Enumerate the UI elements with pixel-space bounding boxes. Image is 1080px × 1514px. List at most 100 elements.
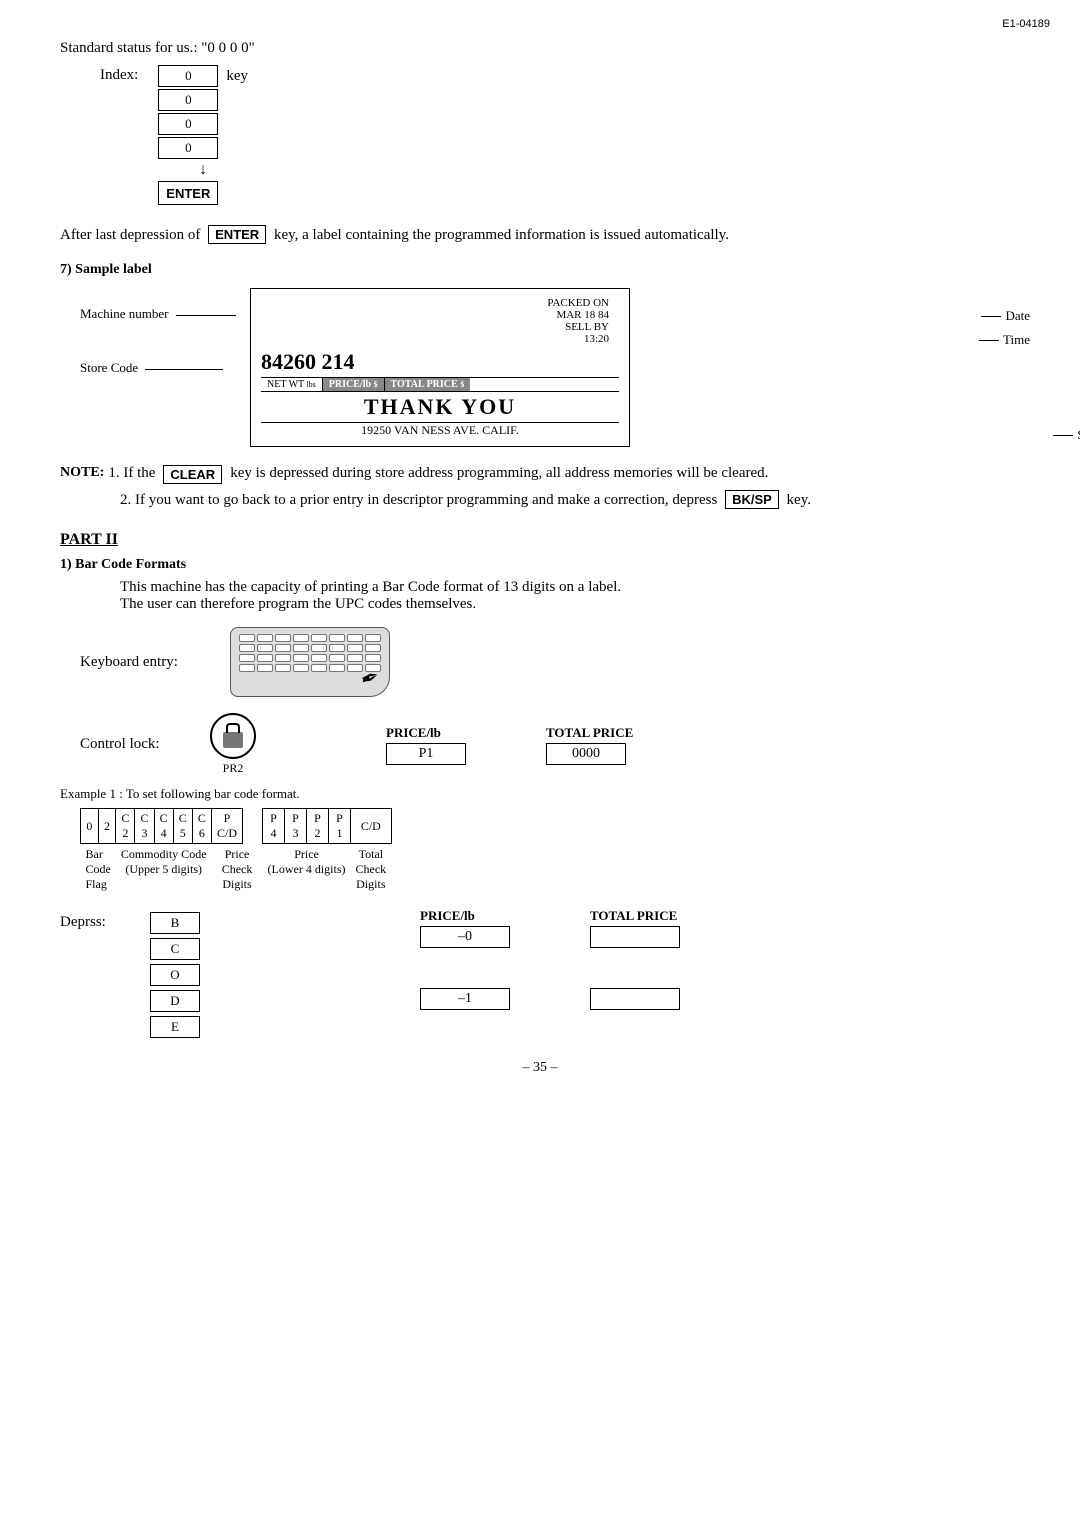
col-spacer [243,809,263,844]
label-box: PACKED ON MAR 18 84 SELL BY 13:20 84260 … [250,288,630,447]
k-key-7 [347,634,363,642]
k-key-4 [293,634,309,642]
col-2: 2 [98,809,116,844]
note2-row: 2. If you want to go back to a prior ent… [120,490,1020,509]
note-section: NOTE: 1. If the CLEAR key is depressed d… [60,465,1020,509]
control-lock-label: Control lock: [80,736,210,753]
index-table: 0 key 0 0 0 ↓ ENTER [158,65,248,207]
depress-total-price2 [590,988,680,1010]
depress-box-c: C [150,938,200,960]
bar-code-formats-heading: 1) Bar Code Formats [60,557,1020,573]
k-key-6 [329,634,345,642]
depress-box-e: E [150,1016,200,1038]
desc-total-check: TotalCheckDigits [351,844,392,895]
k-key-3 [275,634,291,642]
col-p1: P1 [328,809,350,844]
sample-label-section: 7) Sample label Machine number Store Cod… [60,262,1020,447]
bar-code-text2: The user can therefore program the UPC c… [120,596,1020,613]
part2-heading: PART II [60,531,1020,549]
k-key-24 [365,654,381,662]
col-p-cd: PC/D [212,809,243,844]
machine-number-annotation: Machine number [80,306,236,322]
depress-box-o: O [150,964,200,986]
note1b-text: key is depressed during store address pr… [230,465,768,484]
desc-price-check: PriceCheckDigits [212,844,263,895]
store-code-value: 84260 214 [261,349,355,375]
k-key-10 [257,644,273,652]
index-cell-1: 0 [158,89,218,111]
k-key-16 [365,644,381,652]
price-lb-cell: PRICE/lb $ [323,378,385,391]
lock-body [223,732,243,748]
total-price-box: 0000 [546,743,626,765]
depress-left: Deprss: B C O D E [60,908,200,1040]
desc-barcode-flag: BarCodeFlag [81,844,116,895]
standard-status-section: Standard status for us.: "0 0 0 0" Index… [60,40,1020,207]
total-price-cell: TOTAL PRICE $ [385,378,471,391]
k-key-18 [257,654,273,662]
thank-you: THANK YOU [261,394,619,420]
index-cell-2: 0 [158,113,218,135]
depress-price-row2: –1 [400,988,680,1010]
clear-key-box[interactable]: CLEAR [163,465,222,484]
k-key-8 [365,634,381,642]
price-row: NET WT lbs PRICE/lb $ TOTAL PRICE $ [261,377,619,392]
note-title: NOTE: [60,465,104,484]
bksp-key-box[interactable]: BK/SP [725,490,779,509]
keyboard-illustration: ✒ [230,627,390,697]
pr2-label: PR2 [223,761,244,776]
depress-price-lb2-box: –1 [420,988,510,1010]
store-address-annotation: Store Address [1053,427,1080,443]
index-label: Index: [100,67,138,84]
depress-price-lb-label: PRICE/lb [420,908,510,924]
depress-box-b: B [150,912,200,934]
date-annotation: Date [981,308,1030,324]
total-price-label: TOTAL PRICE [546,725,633,741]
page-number: – 35 – [60,1060,1020,1076]
depress-section: Deprss: B C O D E PRICE/lb –0 TO [60,908,1020,1040]
depress-price-lb2: –1 [420,988,510,1010]
col-0: 0 [81,809,99,844]
control-lock-row: Control lock: PR2 PRICE/lb P1 TOTAL PRIC… [80,713,1020,776]
col-p3: P3 [285,809,307,844]
control-lock-icon-group: PR2 [210,713,256,776]
after-text2: key, a label containing the programmed i… [274,227,729,243]
k-key-30 [329,664,345,672]
note1-row: NOTE: 1. If the CLEAR key is depressed d… [60,465,1020,484]
k-key-2 [257,634,273,642]
k-key-20 [293,654,309,662]
desc-commodity: Commodity Code(Upper 5 digits) [116,844,212,895]
net-wt-cell: NET WT lbs [261,378,323,391]
col-c5: C5 [173,809,192,844]
k-key-25 [239,664,255,672]
k-key-27 [275,664,291,672]
enter-key-box[interactable]: ENTER [158,181,218,205]
k-key-13 [311,644,327,652]
col-c6: C6 [192,809,211,844]
k-key-12 [293,644,309,652]
packed-on: PACKED ON MAR 18 84 SELL BY 13:20 [261,297,619,345]
k-key-28 [293,664,309,672]
col-c4: C4 [154,809,173,844]
k-key-11 [275,644,291,652]
price-lb-box: P1 [386,743,466,765]
keyboard-entry-label: Keyboard entry: [80,654,210,671]
price-lb-label: PRICE/lb [386,725,466,741]
price-display-group: PRICE/lb P1 TOTAL PRICE 0000 [366,725,633,765]
k-key-23 [347,654,363,662]
k-key-21 [311,654,327,662]
depress-boxes: B C O D E [150,912,200,1040]
k-key-14 [329,644,345,652]
label-address: 19250 VAN NESS AVE. CALIF. [261,422,619,438]
price-lb-display: PRICE/lb P1 [386,725,466,765]
k-key-5 [311,634,327,642]
col-cd2: C/D [351,809,392,844]
standard-status-label: Standard status for us.: "0 0 0 0" [60,40,1020,57]
col-c2: C2 [116,809,135,844]
depress-box-d: D [150,990,200,1012]
k-key-19 [275,654,291,662]
depress-total-price2-box [590,988,680,1010]
keyboard-entry-row: Keyboard entry: [80,627,1020,697]
example1-heading: Example 1 : To set following bar code fo… [60,786,1020,802]
enter-key-inline[interactable]: ENTER [208,225,266,244]
